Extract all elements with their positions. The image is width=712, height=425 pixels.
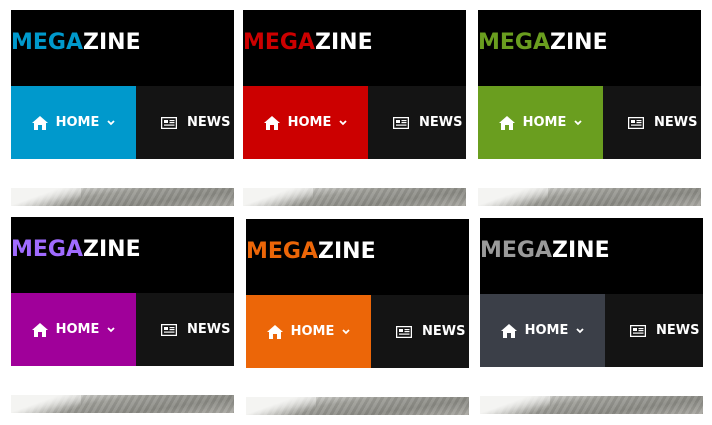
theme-preview-card: MEGAZINE HOME NEWS — [243, 10, 466, 206]
logo-accent-text: MEGA — [478, 30, 551, 55]
chevron-down-icon — [342, 328, 351, 335]
logo-text: ZINE — [83, 237, 141, 262]
main-nav: HOME NEWS — [11, 293, 234, 366]
main-nav: HOME NEWS — [480, 294, 703, 367]
nav-item-label: HOME — [55, 115, 100, 130]
site-logo[interactable]: MEGAZINE — [243, 30, 373, 55]
nav-item-label: HOME — [524, 323, 569, 338]
nav-item-home[interactable]: HOME — [11, 86, 136, 159]
chevron-down-icon — [107, 326, 116, 333]
nav-item-home[interactable]: HOME — [11, 293, 136, 366]
site-logo[interactable]: MEGAZINE — [11, 237, 141, 262]
site-header: MEGAZINE — [11, 10, 234, 86]
featured-image — [11, 395, 234, 413]
theme-preview-card: MEGAZINE HOME NEWS — [246, 219, 469, 415]
site-logo[interactable]: MEGAZINE — [246, 239, 376, 264]
spacer — [11, 366, 234, 395]
spacer — [246, 368, 469, 397]
spacer — [243, 159, 466, 188]
featured-image — [480, 396, 703, 414]
home-icon — [500, 323, 517, 338]
site-logo[interactable]: MEGAZINE — [480, 238, 610, 263]
nav-item-home[interactable]: HOME — [246, 295, 371, 368]
nav-item-label: NEWS — [187, 115, 231, 130]
nav-item-label: NEWS — [656, 323, 700, 338]
site-header: MEGAZINE — [246, 219, 469, 295]
logo-text: ZINE — [550, 30, 608, 55]
main-nav: HOME NEWS — [246, 295, 469, 368]
newspaper-icon — [161, 323, 177, 336]
site-logo[interactable]: MEGAZINE — [478, 30, 608, 55]
chevron-down-icon — [576, 327, 585, 334]
nav-item-news[interactable]: NEWS — [628, 86, 697, 159]
logo-text: ZINE — [552, 238, 610, 263]
nav-item-label: NEWS — [419, 115, 463, 130]
nav-item-news[interactable]: NEWS — [396, 295, 465, 368]
logo-accent-text: MEGA — [11, 237, 84, 262]
nav-item-label: HOME — [55, 322, 100, 337]
nav-item-label: NEWS — [654, 115, 698, 130]
chevron-down-icon — [107, 119, 116, 126]
logo-text: ZINE — [315, 30, 373, 55]
featured-image — [246, 397, 469, 415]
main-nav: HOME NEWS — [243, 86, 466, 159]
nav-item-home[interactable]: HOME — [243, 86, 368, 159]
spacer — [480, 367, 703, 396]
site-header: MEGAZINE — [243, 10, 466, 86]
theme-preview-card: MEGAZINE HOME NEWS — [11, 10, 234, 206]
home-icon — [498, 115, 515, 130]
main-nav: HOME NEWS — [11, 86, 234, 159]
nav-item-news[interactable]: NEWS — [161, 293, 230, 366]
nav-item-home[interactable]: HOME — [478, 86, 603, 159]
logo-accent-text: MEGA — [480, 238, 553, 263]
newspaper-icon — [630, 324, 646, 337]
logo-text: ZINE — [318, 239, 376, 264]
newspaper-icon — [396, 325, 412, 338]
site-logo[interactable]: MEGAZINE — [11, 30, 141, 55]
logo-text: ZINE — [83, 30, 141, 55]
chevron-down-icon — [339, 119, 348, 126]
nav-item-label: HOME — [290, 324, 335, 339]
nav-item-news[interactable]: NEWS — [393, 86, 462, 159]
nav-item-home[interactable]: HOME — [480, 294, 605, 367]
nav-item-news[interactable]: NEWS — [161, 86, 230, 159]
main-nav: HOME NEWS — [478, 86, 701, 159]
featured-image — [478, 188, 701, 206]
nav-item-label: HOME — [287, 115, 332, 130]
home-icon — [31, 115, 48, 130]
home-icon — [31, 322, 48, 337]
logo-accent-text: MEGA — [243, 30, 316, 55]
home-icon — [266, 324, 283, 339]
newspaper-icon — [628, 116, 644, 129]
site-header: MEGAZINE — [11, 217, 234, 293]
theme-preview-card: MEGAZINE HOME NEWS — [480, 218, 703, 414]
nav-item-label: NEWS — [422, 324, 466, 339]
logo-accent-text: MEGA — [246, 239, 319, 264]
featured-image — [243, 188, 466, 206]
nav-item-label: NEWS — [187, 322, 231, 337]
site-header: MEGAZINE — [478, 10, 701, 86]
spacer — [11, 159, 234, 188]
spacer — [478, 159, 701, 188]
theme-preview-card: MEGAZINE HOME NEWS — [478, 10, 701, 206]
newspaper-icon — [393, 116, 409, 129]
nav-item-news[interactable]: NEWS — [630, 294, 699, 367]
home-icon — [263, 115, 280, 130]
chevron-down-icon — [574, 119, 583, 126]
site-header: MEGAZINE — [480, 218, 703, 294]
logo-accent-text: MEGA — [11, 30, 84, 55]
featured-image — [11, 188, 234, 206]
newspaper-icon — [161, 116, 177, 129]
theme-preview-card: MEGAZINE HOME NEWS — [11, 217, 234, 413]
nav-item-label: HOME — [522, 115, 567, 130]
